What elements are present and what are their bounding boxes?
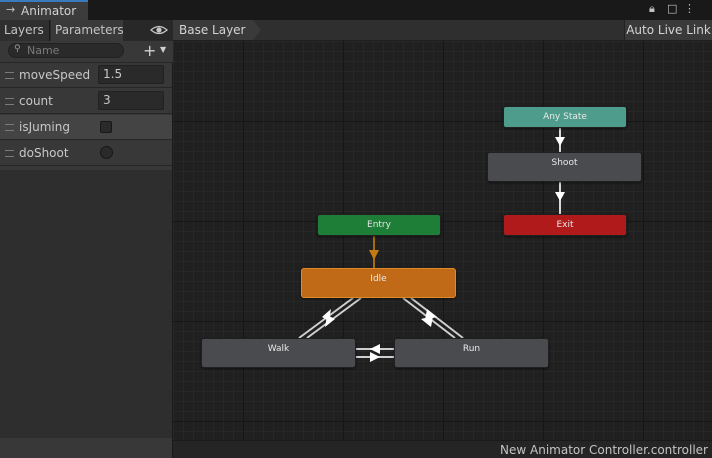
parameter-name: moveSpeed xyxy=(19,68,91,82)
left-panel: Layers Parameters ⚲ + ▼ moveSpeed 1.5 co… xyxy=(0,20,173,458)
animator-window-tab[interactable]: → Animator xyxy=(0,0,88,20)
transition-arrow-icon xyxy=(555,192,565,201)
search-icon: ⚲ xyxy=(14,44,21,54)
parameter-name: count xyxy=(19,94,53,108)
breadcrumb[interactable]: Base Layer xyxy=(173,20,253,40)
parameter-row-doshoot[interactable]: doShoot xyxy=(0,141,172,166)
auto-live-link-button[interactable]: Auto Live Link xyxy=(624,20,712,40)
maximize-icon[interactable]: □ xyxy=(667,2,677,15)
tab-layers[interactable]: Layers xyxy=(0,20,50,41)
window-title: Animator xyxy=(21,4,77,18)
transition-walk-idle[interactable] xyxy=(306,297,362,339)
add-parameter-button[interactable]: + xyxy=(143,41,156,60)
state-run[interactable]: Run xyxy=(394,338,549,368)
drag-handle-icon[interactable] xyxy=(5,150,14,157)
state-exit[interactable]: Exit xyxy=(503,214,627,236)
eye-icon[interactable] xyxy=(150,22,168,38)
parameter-name: isJuming xyxy=(19,120,70,134)
drag-handle-icon[interactable] xyxy=(5,124,14,131)
trigger-radio[interactable] xyxy=(100,146,113,159)
parameter-row-count[interactable]: count 3 xyxy=(0,89,172,114)
state-walk[interactable]: Walk xyxy=(201,338,356,368)
transition-arrow-icon xyxy=(370,352,380,362)
status-footer: New Animator Controller.controller xyxy=(173,440,712,458)
transition-arrow-icon xyxy=(370,344,380,354)
panel-tabs: Layers Parameters xyxy=(0,20,173,41)
controller-file-name: New Animator Controller.controller xyxy=(500,443,708,457)
chevron-down-icon[interactable]: ▼ xyxy=(160,45,166,54)
int-value-field[interactable]: 3 xyxy=(98,91,164,110)
transition-arrow-icon xyxy=(555,137,565,146)
search-row: ⚲ + ▼ xyxy=(0,41,173,63)
state-entry[interactable]: Entry xyxy=(317,214,441,236)
lock-icon[interactable]: 🔒︎ xyxy=(649,2,655,16)
float-value-field[interactable]: 1.5 xyxy=(98,65,164,84)
state-shoot[interactable]: Shoot xyxy=(487,152,642,182)
drag-handle-icon[interactable] xyxy=(5,72,14,79)
state-idle-default[interactable]: Idle xyxy=(301,268,456,298)
breadcrumb-base-layer: Base Layer xyxy=(179,23,246,37)
drag-handle-icon[interactable] xyxy=(5,98,14,105)
animator-icon: → xyxy=(6,3,16,16)
transition-run-idle[interactable] xyxy=(410,297,464,339)
transition-arrow-icon xyxy=(369,250,379,260)
parameter-row-isjuming[interactable]: isJuming xyxy=(0,115,172,140)
bool-checkbox[interactable] xyxy=(100,121,112,133)
graph-toolbar: Base Layer Auto Live Link xyxy=(173,20,712,41)
transition-arrow-icon xyxy=(421,316,433,327)
state-any-state[interactable]: Any State xyxy=(503,106,627,128)
parameter-row-movespeed[interactable]: moveSpeed 1.5 xyxy=(0,63,172,88)
tab-parameters[interactable]: Parameters xyxy=(51,20,124,41)
breadcrumb-arrow xyxy=(253,20,261,40)
search-input[interactable] xyxy=(27,44,121,57)
search-field[interactable]: ⚲ xyxy=(8,43,124,58)
parameter-name: doShoot xyxy=(19,146,69,160)
animator-graph-canvas[interactable]: Any State Shoot Exit Entry Idle Walk Run xyxy=(173,41,712,440)
menu-icon[interactable]: ⋮ xyxy=(684,2,695,15)
parameters-empty-area xyxy=(0,170,172,438)
window-titlebar: → Animator 🔒︎ □ ⋮ xyxy=(0,0,712,20)
transitions-layer xyxy=(298,127,565,362)
